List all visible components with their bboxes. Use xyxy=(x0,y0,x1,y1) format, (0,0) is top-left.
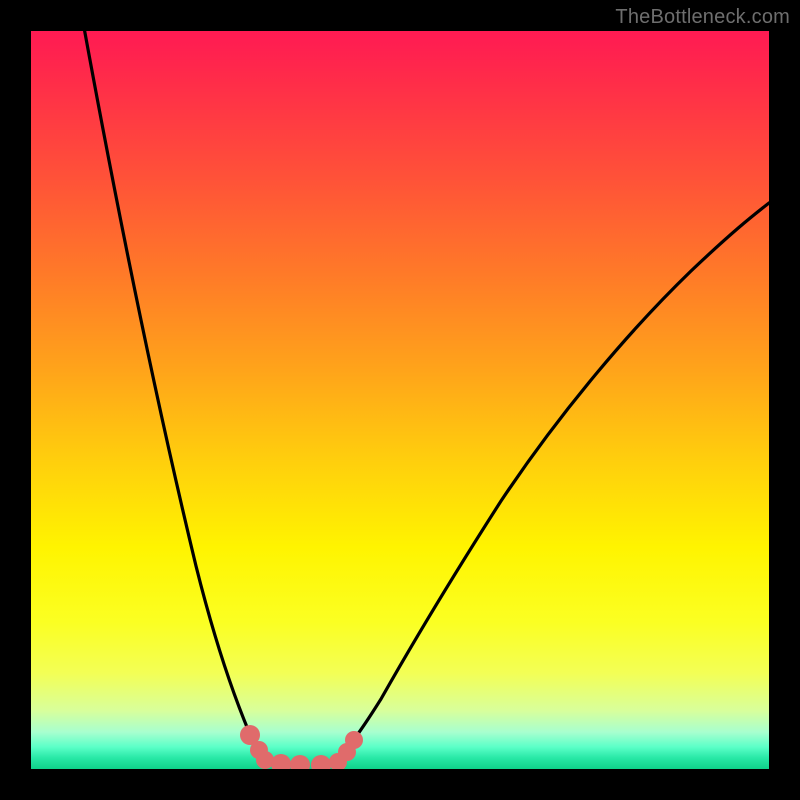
watermark-text: TheBottleneck.com xyxy=(615,6,790,29)
chart-gradient-background xyxy=(31,31,769,769)
chart-frame: TheBottleneck.com xyxy=(0,0,800,800)
